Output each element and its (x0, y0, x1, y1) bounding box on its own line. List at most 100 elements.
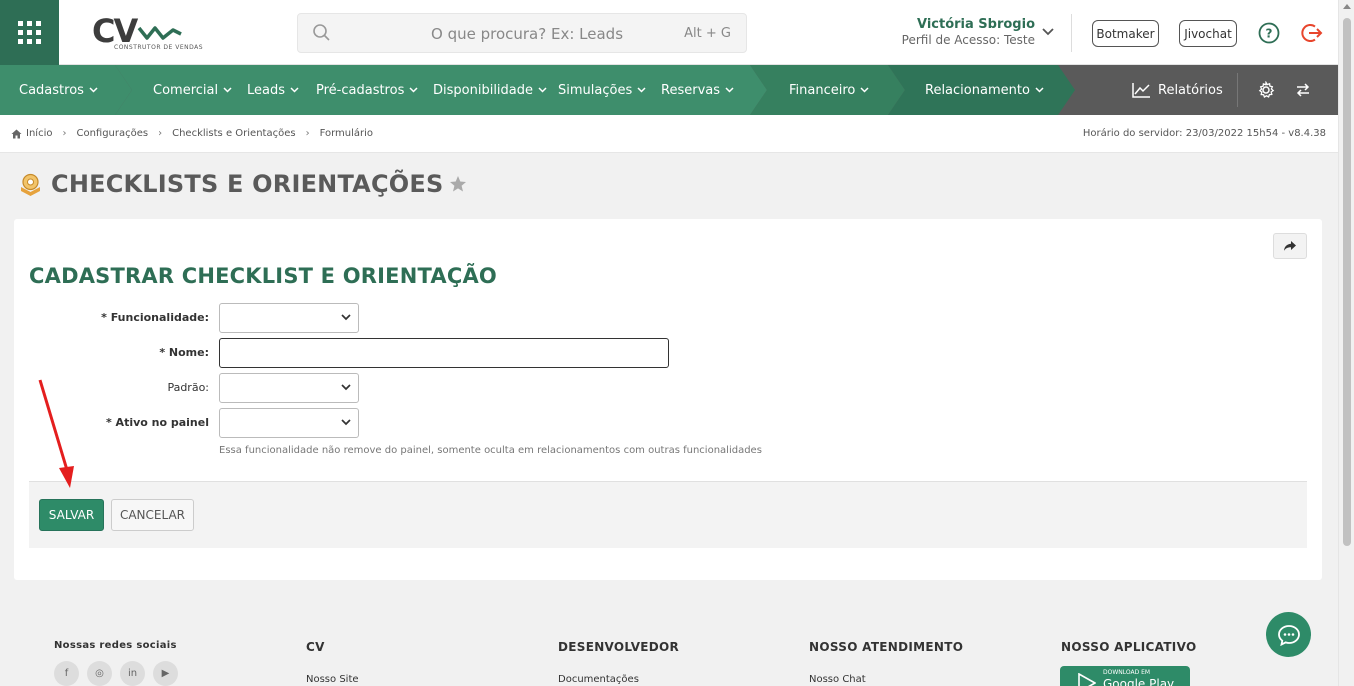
funcionalidade-select[interactable] (219, 303, 359, 333)
nav-item-comercial[interactable]: Comercial (153, 65, 232, 115)
nav-item-leads[interactable]: Leads (247, 65, 299, 115)
breadcrumb-formulario: Formulário (319, 128, 374, 139)
swap-icon[interactable] (1295, 82, 1311, 98)
help-icon[interactable]: ? (1258, 22, 1280, 44)
jivochat-button[interactable]: Jivochat (1179, 20, 1237, 47)
nav-item-financeiro[interactable]: Financeiro (789, 65, 869, 115)
footer-social-title: Nossas redes sociais (54, 640, 177, 651)
nav-item-relatorios[interactable]: Relatórios (1132, 65, 1223, 115)
footer-app-title: NOSSO APLICATIVO (1061, 640, 1197, 654)
divider (1237, 73, 1238, 107)
user-name: Victória Sbrogio (916, 17, 1035, 32)
footer: Nossas redes sociais f ◎ in ▶ CV Nosso S… (0, 610, 1338, 686)
page-scrollbar[interactable] (1338, 0, 1354, 686)
footer-dev-title: DESENVOLVEDOR (558, 640, 680, 654)
share-icon (1284, 241, 1296, 251)
breadcrumb-configuracoes[interactable]: Configurações (76, 128, 148, 139)
chat-button[interactable] (1266, 612, 1311, 657)
search-shortcut: Alt + G (684, 26, 731, 41)
google-play-icon (1078, 673, 1096, 686)
cancel-button[interactable]: CANCELAR (111, 499, 194, 531)
top-header: CV CONSTRUTOR DE VENDAS O que procura? E… (0, 0, 1338, 65)
footer-link-docs[interactable]: Documentações (558, 674, 679, 685)
footer-support: NOSSO ATENDIMENTO Nosso Chat (809, 640, 963, 685)
divider (1071, 14, 1072, 52)
nav-item-label: Comercial (153, 82, 219, 98)
chevron-down-icon (89, 87, 98, 93)
chevron-right-icon: › (305, 128, 310, 139)
ativo-hint: Essa funcionalidade não remove do painel… (219, 445, 762, 456)
search-icon (313, 24, 330, 41)
google-play-button[interactable]: DOWNLOAD EM Google Play (1060, 666, 1190, 686)
search-input[interactable]: O que procura? Ex: Leads Alt + G (297, 13, 747, 53)
star-icon[interactable] (449, 175, 467, 193)
nav-item-reservas[interactable]: Reservas (661, 65, 734, 115)
footer-dev: DESENVOLVEDOR Documentações (558, 640, 679, 685)
svg-text:?: ? (1266, 27, 1273, 41)
padrao-select[interactable] (219, 373, 359, 403)
breadcrumb-inicio[interactable]: Início (26, 128, 52, 139)
nav-item-label: Financeiro (789, 82, 856, 98)
footer-cv: CV Nosso Site (306, 640, 359, 685)
home-icon (11, 129, 22, 138)
form-actions: SALVAR CANCELAR (29, 481, 1307, 548)
chart-line-icon (1132, 83, 1150, 98)
search-placeholder: O que procura? Ex: Leads (431, 25, 624, 43)
instagram-icon[interactable]: ◎ (87, 661, 112, 686)
nav-item-label: Pré-cadastros (316, 82, 405, 98)
footer-link-chat[interactable]: Nosso Chat (809, 674, 963, 685)
chevron-down-icon (725, 87, 734, 93)
nav-item-label: Leads (247, 82, 286, 98)
nome-input[interactable] (219, 338, 669, 368)
breadcrumb-checklists[interactable]: Checklists e Orientações (172, 128, 295, 139)
scroll-thumb[interactable] (1343, 18, 1351, 546)
nav-item-disponibilidade[interactable]: Disponibilidade (433, 65, 547, 115)
footer-link-site[interactable]: Nosso Site (306, 674, 359, 685)
checklist-module-icon (21, 173, 40, 196)
gplay-big-text: Google Play (1103, 677, 1175, 686)
apps-menu-button[interactable] (0, 0, 59, 65)
breadcrumb-bar: Início › Configurações › Checklists e Or… (0, 115, 1338, 153)
chevron-down-icon (223, 87, 232, 93)
nav-item-label: Simulações (558, 82, 633, 98)
logo-wave-icon (137, 26, 182, 40)
footer-app: NOSSO APLICATIVO (1061, 640, 1196, 654)
chevron-down-icon (409, 87, 418, 93)
ativo-select[interactable] (219, 408, 359, 438)
nav-item-label: Cadastros (19, 82, 84, 98)
chevron-right-icon: › (62, 128, 67, 139)
nav-item-label: Disponibilidade (433, 82, 534, 98)
chevron-down-icon (860, 87, 869, 93)
scroll-up-icon[interactable] (1343, 4, 1351, 9)
chevron-down-icon (290, 87, 299, 93)
grid-icon (18, 21, 41, 44)
botmaker-button[interactable]: Botmaker (1092, 20, 1159, 47)
nav-item-pre-cadastros[interactable]: Pré-cadastros (316, 65, 418, 115)
logout-icon[interactable] (1300, 21, 1324, 45)
annotation-arrow (38, 379, 74, 488)
form-title: CADASTRAR CHECKLIST E ORIENTAÇÃO (29, 264, 497, 288)
linkedin-icon[interactable]: in (120, 661, 145, 686)
nav-item-label: Relacionamento (925, 82, 1030, 98)
breadcrumb: Início › Configurações › Checklists e Or… (11, 128, 373, 139)
footer-social: Nossas redes sociais f ◎ in ▶ (54, 640, 178, 686)
user-menu[interactable]: Victória Sbrogio Perfil de Acesso: Teste (880, 17, 1035, 47)
main-nav: Cadastros Comercial Leads Pré-cadastros … (0, 65, 1338, 115)
chevron-down-icon[interactable] (1042, 27, 1054, 37)
nav-item-simulacoes[interactable]: Simulações (558, 65, 646, 115)
form-card: CADASTRAR CHECKLIST E ORIENTAÇÃO * Funci… (14, 219, 1322, 580)
nav-item-cadastros[interactable]: Cadastros (19, 65, 98, 115)
nav-item-label: Reservas (661, 82, 720, 98)
nav-item-relacionamento[interactable]: Relacionamento (925, 65, 1044, 115)
chevron-down-icon (538, 87, 547, 93)
chevron-down-icon (341, 419, 351, 426)
footer-support-title: NOSSO ATENDIMENTO (809, 640, 964, 654)
share-button[interactable] (1273, 233, 1307, 259)
save-button[interactable]: SALVAR (39, 499, 104, 531)
logo[interactable]: CV CONSTRUTOR DE VENDAS (92, 12, 203, 54)
funcionalidade-label: * Funcionalidade: (101, 311, 209, 324)
facebook-icon[interactable]: f (54, 661, 79, 686)
youtube-icon[interactable]: ▶ (153, 661, 178, 686)
server-time: Horário do servidor: 23/03/2022 15h54 - … (1082, 128, 1326, 139)
gear-icon[interactable] (1257, 81, 1275, 99)
